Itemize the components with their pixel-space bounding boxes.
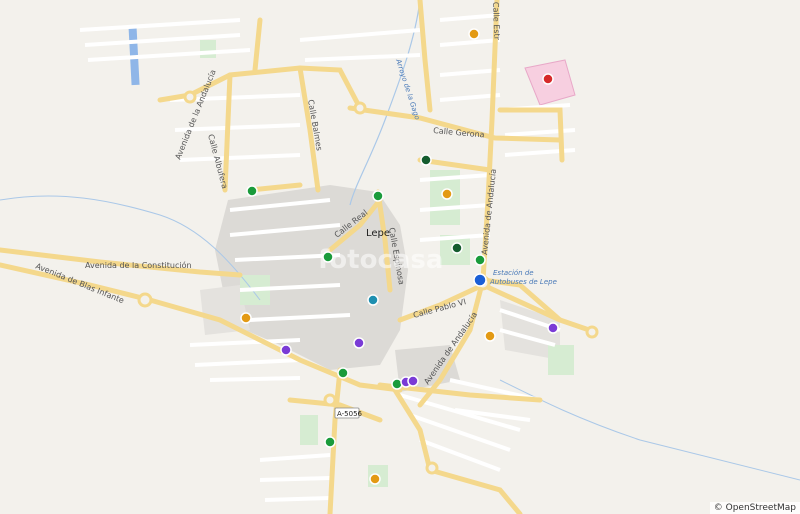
marker-teal[interactable] <box>367 294 379 306</box>
marker-dark-green[interactable] <box>420 154 432 166</box>
park-6 <box>200 40 216 58</box>
marker-purple[interactable] <box>353 337 365 349</box>
marker-dark-green[interactable] <box>451 242 463 254</box>
bus-station-label-1: Estación de <box>493 269 534 277</box>
marker-purple[interactable] <box>407 375 419 387</box>
marker-orange[interactable] <box>369 473 381 485</box>
park-3 <box>548 345 574 375</box>
marker-orange[interactable] <box>441 188 453 200</box>
marker-green[interactable] <box>324 436 336 448</box>
map-canvas[interactable]: Avenida de la Constitución Avenida de Bl… <box>0 0 800 514</box>
watermark: fotocasa <box>318 245 443 275</box>
marker-purple[interactable] <box>547 322 559 334</box>
road-shield-label: A-5056 <box>337 410 363 418</box>
marker-red[interactable] <box>542 73 554 85</box>
marker-green[interactable] <box>474 254 486 266</box>
marker-orange[interactable] <box>240 312 252 324</box>
marker-green[interactable] <box>372 190 384 202</box>
marker-orange[interactable] <box>484 330 496 342</box>
park-4 <box>300 415 318 445</box>
marker-green[interactable] <box>337 367 349 379</box>
street-label-estr: Calle Estr <box>491 2 501 41</box>
marker-green[interactable] <box>246 185 258 197</box>
marker-blue[interactable] <box>473 273 487 287</box>
town-label: Lepe <box>366 228 390 239</box>
marker-orange[interactable] <box>468 28 480 40</box>
bus-station-label-2: Autobuses de Lepe <box>489 278 557 286</box>
map-svg: Avenida de la Constitución Avenida de Bl… <box>0 0 800 514</box>
street-label-constitucion: Avenida de la Constitución <box>85 260 192 270</box>
marker-green[interactable] <box>322 251 334 263</box>
map-attribution[interactable]: © OpenStreetMap <box>709 502 800 514</box>
marker-purple[interactable] <box>280 344 292 356</box>
